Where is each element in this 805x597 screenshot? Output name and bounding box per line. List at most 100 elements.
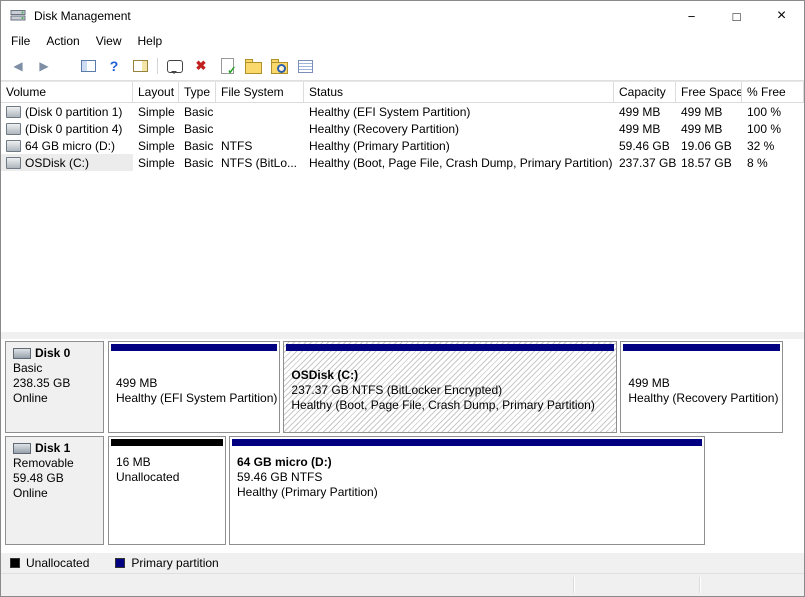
cell-type: Basic (179, 103, 216, 120)
cell-volume: (Disk 0 partition 1) (1, 103, 133, 120)
partition-size: 59.46 GB NTFS (237, 470, 702, 485)
close-button[interactable]: × (759, 1, 804, 31)
legend-label: Unallocated (26, 556, 89, 570)
disk-1-partitions: 16 MB Unallocated 64 GB micro (D:) 59.46… (108, 436, 783, 545)
back-icon[interactable]: ◀ (9, 57, 27, 75)
partition-osdisk-c[interactable]: OSDisk (C:) 237.37 GB NTFS (BitLocker En… (283, 341, 617, 433)
table-row[interactable]: (Disk 0 partition 4) Simple Basic Health… (1, 120, 804, 137)
volume-list: Volume Layout Type File System Status Ca… (1, 81, 804, 332)
column-header-pct-free[interactable]: % Free (742, 82, 804, 102)
partition-recovery[interactable]: 499 MB Healthy (Recovery Partition) (620, 341, 783, 433)
table-row-selected[interactable]: OSDisk (C:) Simple Basic NTFS (BitLo... … (1, 154, 804, 171)
window-controls: − □ × (669, 1, 804, 31)
console-tree-icon[interactable] (79, 57, 97, 75)
cell-free-space: 499 MB (676, 120, 742, 137)
cell-status: Healthy (Boot, Page File, Crash Dump, Pr… (304, 154, 614, 171)
cell-capacity: 59.46 GB (614, 137, 676, 154)
partition-color-bar (111, 344, 277, 351)
app-icon (10, 7, 26, 26)
column-header-free-space[interactable]: Free Space (676, 82, 742, 102)
volume-label: OSDisk (C:) (25, 156, 89, 170)
volume-label: (Disk 0 partition 4) (25, 122, 122, 136)
status-bar-separator (699, 577, 700, 593)
cell-volume: (Disk 0 partition 4) (1, 120, 133, 137)
partition-text: OSDisk (C:) 237.37 GB NTFS (BitLocker En… (286, 351, 614, 430)
partition-title: OSDisk (C:) (291, 368, 614, 383)
cell-type: Basic (179, 137, 216, 154)
disk-name: Disk 0 (35, 346, 70, 361)
partition-title: 64 GB micro (D:) (237, 455, 702, 470)
partition-color-bar (111, 439, 223, 446)
status-bar-separator (573, 577, 574, 593)
disk-0-partitions: 499 MB Healthy (EFI System Partition) OS… (108, 341, 783, 433)
cell-layout: Simple (133, 154, 179, 171)
menu-file[interactable]: File (3, 31, 38, 52)
task-check-icon[interactable]: ✓ (218, 57, 236, 75)
partition-color-bar (232, 439, 702, 446)
cell-status: Healthy (EFI System Partition) (304, 103, 614, 120)
panel-splitter[interactable] (1, 332, 804, 339)
disk-icon (13, 443, 31, 454)
cell-layout: Simple (133, 103, 179, 120)
column-header-type[interactable]: Type (179, 82, 216, 102)
page-check-icon: ✓ (221, 58, 234, 74)
partition-status: Healthy (Primary Partition) (237, 485, 702, 500)
partition-micro-d[interactable]: 64 GB micro (D:) 59.46 GB NTFS Healthy (… (229, 436, 705, 545)
menu-view[interactable]: View (88, 31, 130, 52)
status-bar (1, 573, 804, 596)
partition-size: 16 MB (116, 455, 223, 470)
disk-status: Online (13, 486, 103, 501)
disk-0-header[interactable]: Disk 0 Basic 238.35 GB Online (5, 341, 104, 433)
disk-1-row: Disk 1 Removable 59.48 GB Online 16 MB U… (5, 436, 783, 545)
column-header-status[interactable]: Status (304, 82, 614, 102)
disk-type: Basic (13, 361, 103, 376)
menu-bar: File Action View Help (1, 31, 804, 52)
minimize-button[interactable]: − (669, 1, 714, 31)
disk-1-header[interactable]: Disk 1 Removable 59.48 GB Online (5, 436, 104, 545)
disk-title: Disk 1 (13, 441, 103, 456)
partition-unallocated[interactable]: 16 MB Unallocated (108, 436, 226, 545)
folder-search-icon (271, 62, 288, 74)
cell-pct-free: 32 % (742, 137, 804, 154)
column-header-volume[interactable]: Volume (1, 82, 133, 102)
column-header-file-system[interactable]: File System (216, 82, 304, 102)
unallocated-swatch (10, 558, 20, 568)
table-row[interactable]: 64 GB micro (D:) Simple Basic NTFS Healt… (1, 137, 804, 154)
delete-volume-icon[interactable]: ✖ (192, 57, 210, 75)
help-icon[interactable]: ? (105, 57, 123, 75)
disk-0-row: Disk 0 Basic 238.35 GB Online 499 MB Hea… (5, 341, 783, 433)
partition-text: 499 MB Healthy (EFI System Partition) (111, 351, 277, 430)
menu-action[interactable]: Action (38, 31, 87, 52)
toolbar-separator (157, 58, 158, 74)
speech-bubble-icon (167, 60, 183, 73)
legend-primary-partition: Primary partition (115, 556, 218, 570)
open-folder-icon[interactable] (244, 57, 262, 75)
forward-icon[interactable]: ▶ (35, 57, 53, 75)
maximize-button[interactable]: □ (714, 1, 759, 31)
partition-text: 499 MB Healthy (Recovery Partition) (623, 351, 780, 430)
partition-color-bar (286, 344, 614, 351)
menu-help[interactable]: Help (130, 31, 171, 52)
action-pane-icon[interactable] (131, 57, 149, 75)
cell-type: Basic (179, 154, 216, 171)
partition-color-bar (623, 344, 780, 351)
disk-status: Online (13, 391, 103, 406)
primary-partition-swatch (115, 558, 125, 568)
properties-icon[interactable] (166, 57, 184, 75)
partition-status: Healthy (Boot, Page File, Crash Dump, Pr… (291, 398, 614, 413)
cell-pct-free: 100 % (742, 120, 804, 137)
details-view-icon[interactable] (296, 57, 314, 75)
volume-label: (Disk 0 partition 1) (25, 105, 122, 119)
disk-size: 59.48 GB (13, 471, 103, 486)
title-bar: Disk Management − □ × (1, 1, 804, 31)
explore-folder-icon[interactable] (270, 57, 288, 75)
column-header-capacity[interactable]: Capacity (614, 82, 676, 102)
partition-status: Healthy (Recovery Partition) (628, 391, 780, 406)
table-row[interactable]: (Disk 0 partition 1) Simple Basic Health… (1, 103, 804, 120)
partition-efi-system[interactable]: 499 MB Healthy (EFI System Partition) (108, 341, 280, 433)
cell-capacity: 237.37 GB (614, 154, 676, 171)
cell-file-system (216, 103, 304, 120)
column-header-layout[interactable]: Layout (133, 82, 179, 102)
volume-label: 64 GB micro (D:) (25, 139, 115, 153)
legend-unallocated: Unallocated (10, 556, 89, 570)
